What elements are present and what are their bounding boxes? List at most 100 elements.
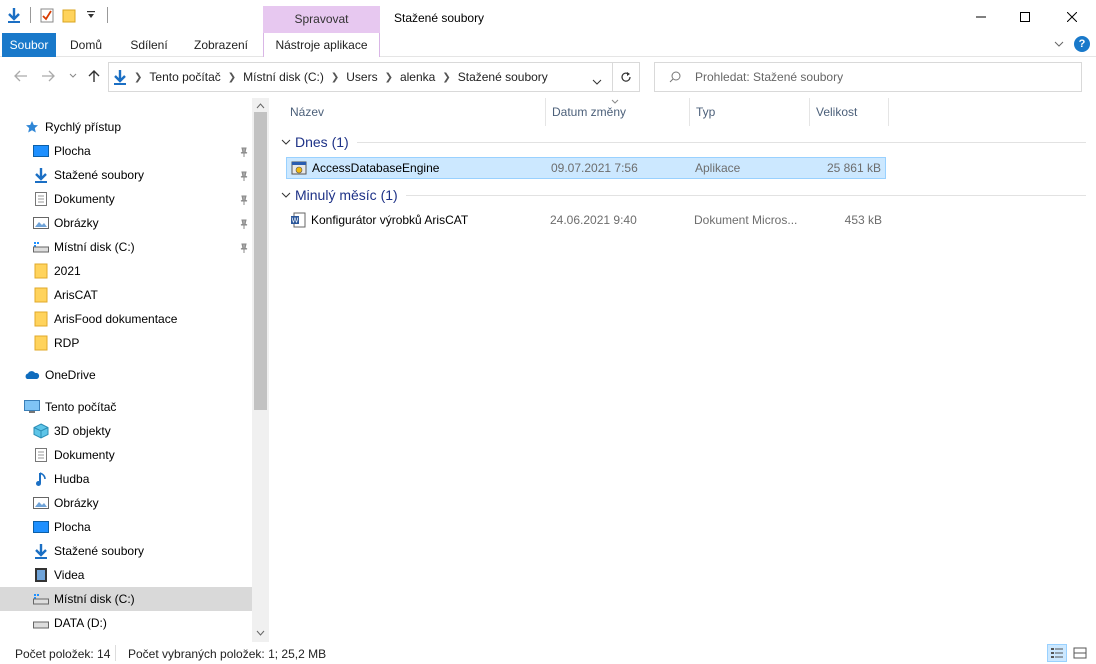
tab-share[interactable]: Sdílení	[122, 33, 176, 57]
help-icon[interactable]: ?	[1074, 36, 1090, 52]
sidebar-item-folder-2021[interactable]: 2021	[33, 259, 81, 283]
sidebar-item-documents-pc[interactable]: Dokumenty	[33, 443, 115, 467]
tab-home[interactable]: Domů	[62, 33, 110, 57]
recent-locations-button[interactable]	[64, 67, 82, 85]
sidebar-item-desktop-pc[interactable]: Plocha	[33, 515, 91, 539]
pin-icon[interactable]	[238, 194, 250, 206]
desktop-icon	[33, 143, 49, 159]
sidebar-item-quick-access[interactable]: Rychlý přístup	[24, 115, 121, 139]
forward-button[interactable]	[39, 67, 57, 85]
sidebar-item-label: Stažené soubory	[54, 544, 145, 558]
details-view-icon	[1051, 648, 1063, 658]
sidebar-item-folder-rdp[interactable]: RDP	[33, 331, 79, 355]
file-type: Dokument Micros...	[694, 213, 798, 227]
folder-icon	[33, 335, 49, 351]
address-dropdown-icon[interactable]	[592, 74, 602, 88]
up-arrow-icon	[88, 70, 100, 82]
documents-icon	[33, 447, 49, 463]
sidebar-item-videos[interactable]: Videa	[33, 563, 84, 587]
column-header-name[interactable]: Název	[284, 98, 546, 126]
tab-file[interactable]: Soubor	[2, 33, 56, 57]
sidebar-item-documents[interactable]: Dokumenty	[33, 187, 115, 211]
quick-access-toolbar	[6, 6, 110, 24]
download-icon	[33, 543, 49, 559]
scrollbar-thumb[interactable]	[254, 112, 267, 410]
sidebar-item-this-pc[interactable]: Tento počítač	[24, 395, 116, 419]
expand-ribbon-icon[interactable]	[1054, 40, 1064, 48]
cloud-icon	[24, 367, 40, 383]
group-header-today[interactable]: Dnes (1)	[281, 134, 1086, 150]
breadcrumb-separator[interactable]: ❯	[385, 72, 393, 83]
file-list: Název Datum změny Typ Velikost Dnes (1) …	[269, 98, 1096, 642]
address-bar[interactable]: ❯ Tento počítač ❯ Místní disk (C:) ❯ Use…	[108, 62, 613, 92]
sidebar-item-downloads-pc[interactable]: Stažené soubory	[33, 539, 144, 563]
pin-icon[interactable]	[238, 242, 250, 254]
file-size: 25 861 kB	[826, 161, 881, 175]
group-header-last-month[interactable]: Minulý měsíc (1)	[281, 187, 1086, 203]
chevron-down-icon	[281, 139, 291, 145]
sidebar-item-label: Obrázky	[54, 216, 99, 230]
sidebar-item-data-drive[interactable]: DATA (D:)	[33, 611, 107, 635]
sidebar-item-downloads[interactable]: Stažené soubory	[33, 163, 144, 187]
close-button[interactable]	[1049, 0, 1095, 33]
music-icon	[33, 471, 49, 487]
sidebar-item-desktop[interactable]: Plocha	[33, 139, 91, 163]
breadcrumb-item[interactable]: Users	[346, 70, 377, 84]
sidebar-item-label: ArisFood dokumentace	[54, 312, 178, 326]
breadcrumb-item[interactable]: alenka	[400, 70, 435, 84]
tab-application-tools[interactable]: Nástroje aplikace	[263, 33, 380, 57]
breadcrumb-separator[interactable]: ❯	[442, 72, 450, 83]
sidebar-item-local-disk-pc[interactable]: Místní disk (C:)	[33, 587, 135, 611]
sidebar-item-music[interactable]: Hudba	[33, 467, 89, 491]
breadcrumb-item[interactable]: Tento počítač	[149, 70, 220, 84]
drive-icon	[33, 615, 49, 631]
installer-icon	[291, 160, 307, 179]
customize-toolbar-icon[interactable]	[83, 6, 99, 24]
breadcrumb-item[interactable]: Místní disk (C:)	[243, 70, 324, 84]
sidebar-item-folder-ariscat[interactable]: ArisCAT	[33, 283, 98, 307]
download-arrow-icon[interactable]	[6, 6, 22, 24]
sidebar-item-label: Místní disk (C:)	[54, 592, 135, 606]
pin-icon[interactable]	[238, 146, 250, 158]
properties-icon[interactable]	[39, 6, 55, 24]
back-button[interactable]	[12, 67, 30, 85]
large-icons-view-button[interactable]	[1070, 644, 1090, 662]
sidebar-item-local-disk[interactable]: Místní disk (C:)	[33, 235, 135, 259]
tab-view[interactable]: Zobrazení	[188, 33, 254, 57]
breadcrumb-separator[interactable]: ❯	[331, 72, 339, 83]
sidebar-item-label: 2021	[54, 264, 81, 278]
refresh-button[interactable]	[612, 62, 640, 92]
breadcrumb-separator[interactable]: ❯	[134, 72, 142, 83]
sidebar-scrollbar[interactable]	[252, 98, 269, 642]
column-header-type[interactable]: Typ	[690, 98, 810, 126]
sidebar-item-pictures-pc[interactable]: Obrázky	[33, 491, 99, 515]
sidebar-item-label: Místní disk (C:)	[54, 240, 135, 254]
pin-icon[interactable]	[238, 170, 250, 182]
sidebar-item-label: 3D objekty	[54, 424, 111, 438]
search-input[interactable]: Prohledat: Stažené soubory	[654, 62, 1082, 92]
column-header-size[interactable]: Velikost	[810, 98, 889, 126]
selection-info: Počet vybraných položek: 1; 25,2 MB	[128, 647, 327, 661]
sidebar-item-3d-objects[interactable]: 3D objekty	[33, 419, 111, 443]
sidebar-item-label: Stažené soubory	[54, 168, 145, 182]
new-folder-icon[interactable]	[61, 6, 77, 24]
breadcrumb-separator[interactable]: ❯	[228, 72, 236, 83]
folder-icon	[33, 263, 49, 279]
sidebar-item-label: ArisCAT	[54, 288, 98, 302]
details-view-button[interactable]	[1047, 644, 1067, 662]
file-row[interactable]: W Konfigurátor výrobků ArisCAT 24.06.202…	[286, 210, 886, 232]
file-row[interactable]: AccessDatabaseEngine 09.07.2021 7:56 Apl…	[286, 157, 886, 179]
sidebar-item-onedrive[interactable]: OneDrive	[24, 363, 96, 387]
group-divider	[356, 141, 1086, 143]
maximize-button[interactable]	[1002, 0, 1048, 33]
sidebar-item-folder-arisfood[interactable]: ArisFood dokumentace	[33, 307, 177, 331]
toolbar-separator	[107, 7, 108, 23]
breadcrumb-item[interactable]: Stažené soubory	[458, 70, 548, 84]
up-button[interactable]	[85, 67, 103, 85]
file-name: Konfigurátor výrobků ArisCAT	[311, 213, 469, 227]
pin-icon[interactable]	[238, 218, 250, 230]
word-document-icon: W	[290, 212, 306, 231]
desktop-icon	[33, 519, 49, 535]
minimize-button[interactable]	[958, 0, 1004, 33]
sidebar-item-pictures[interactable]: Obrázky	[33, 211, 99, 235]
